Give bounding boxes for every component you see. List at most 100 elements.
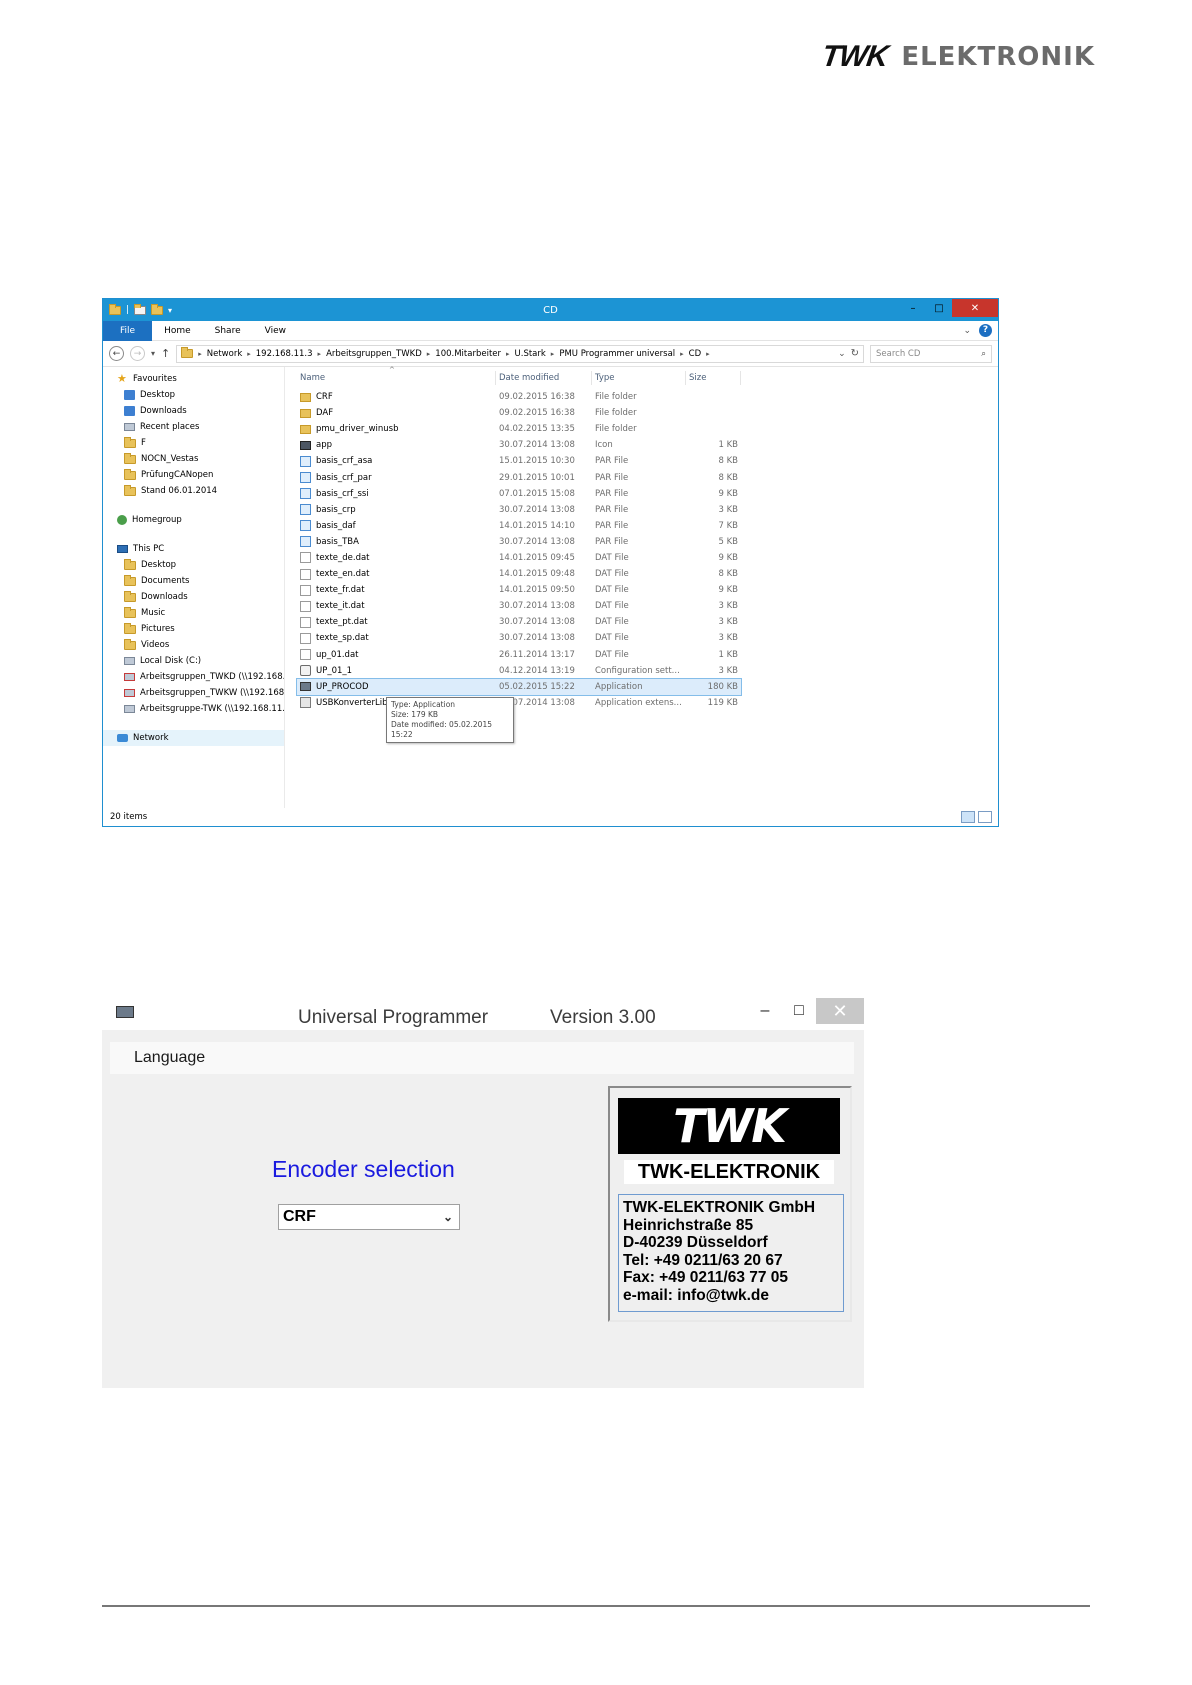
tab-home[interactable]: Home [152, 321, 203, 341]
nav-item-videos[interactable]: Videos [103, 637, 284, 653]
navigation-pane: ★ Favourites Desktop Downloads Recent pla… [103, 367, 285, 808]
table-row[interactable]: basis_TBA 30.07.2014 13:08 PAR File 5 KB [297, 534, 998, 550]
nav-item-documents[interactable]: Documents [103, 573, 284, 589]
file-date: 30.07.2014 13:08 [499, 601, 575, 612]
table-row[interactable]: texte_fr.dat 14.01.2015 09:50 DAT File 9 KB [297, 582, 998, 598]
file-name-cell: basis_crf_par [297, 472, 496, 484]
breadcrumb-item[interactable]: PMU Programmer universal [559, 349, 675, 359]
tab-view[interactable]: View [253, 321, 298, 341]
back-button[interactable]: ← [109, 346, 124, 361]
table-row[interactable]: texte_de.dat 14.01.2015 09:45 DAT File 9 KB [297, 550, 998, 566]
maximize-button[interactable]: □ [782, 998, 816, 1024]
file-name-cell: texte_fr.dat [297, 584, 496, 596]
file-name-cell: texte_de.dat [297, 552, 496, 564]
nav-item-netdrive-twk[interactable]: Arbeitsgruppe-TWK (\\192.168.11.3 [103, 701, 284, 717]
file-size: 8 KB [718, 472, 738, 483]
address-dropdown-icon[interactable]: ⌄ [838, 349, 846, 359]
table-row[interactable]: DAF 09.02.2015 16:38 File folder [297, 405, 998, 421]
nav-item-f[interactable]: F [103, 435, 284, 451]
address-bar[interactable]: ▸ Network ▸ 192.168.11.3 ▸ Arbeitsgruppe… [176, 344, 864, 363]
new-folder-icon[interactable] [151, 303, 164, 315]
nav-item-netdrive-twkd[interactable]: Arbeitsgruppen_TWKD (\\192.168.1 [103, 669, 284, 685]
minimize-button[interactable]: – [900, 299, 926, 317]
column-date-modified[interactable]: Date modified [496, 371, 592, 385]
search-input[interactable]: Search CD ⌕ [870, 344, 992, 363]
table-row[interactable]: app 30.07.2014 13:08 Icon 1 KB [297, 437, 998, 453]
table-row[interactable]: texte_it.dat 30.07.2014 13:08 DAT File 3 KB [297, 598, 998, 614]
nav-this-pc[interactable]: This PC [103, 541, 284, 557]
file-size: 180 KB [707, 681, 738, 692]
ribbon-right-controls: ⌄ ? [963, 324, 992, 337]
nav-item-desktop[interactable]: Desktop [103, 387, 284, 403]
encoder-select[interactable]: CRF ⌄ [278, 1204, 460, 1230]
tab-file[interactable]: File [103, 320, 153, 341]
nav-item-music[interactable]: Music [103, 605, 284, 621]
large-icons-view-icon[interactable] [978, 811, 992, 823]
column-name[interactable]: Name [297, 371, 496, 385]
breadcrumb-item[interactable]: U.Stark [515, 349, 546, 359]
file-name-cell: UP_01_1 [297, 665, 496, 677]
table-row[interactable]: UP_PROCOD 05.02.2015 15:22 Application 180 … [296, 677, 742, 696]
nav-item-downloads[interactable]: Downloads [103, 403, 284, 419]
nav-item-pruefung[interactable]: PrüfungCANopen [103, 467, 284, 483]
nav-item-netdrive-twkw[interactable]: Arbeitsgruppen_TWKW (\\192.168.1 [103, 685, 284, 701]
nav-label: Favourites [133, 374, 177, 384]
table-row[interactable]: basis_daf 14.01.2015 14:10 PAR File 7 KB [297, 518, 998, 534]
nav-item-desktop[interactable]: Desktop [103, 557, 284, 573]
nav-favourites[interactable]: ★ Favourites [103, 371, 284, 387]
recent-locations-icon[interactable]: ▾ [151, 349, 155, 358]
nav-label: Arbeitsgruppen_TWKW (\\192.168.1 [140, 688, 284, 698]
table-row[interactable]: basis_crf_par 29.01.2015 10:01 PAR File 8 K… [297, 469, 998, 485]
breadcrumb-item[interactable]: CD [689, 349, 701, 359]
details-view-icon[interactable] [961, 811, 975, 823]
breadcrumb-item[interactable]: 192.168.11.3 [256, 349, 313, 359]
menu-language[interactable]: Language [134, 1049, 205, 1067]
table-row[interactable]: texte_sp.dat 30.07.2014 13:08 DAT File 3 KB [297, 630, 998, 646]
file-type: DAT File [595, 633, 629, 644]
file-date: 15.01.2015 10:30 [499, 456, 575, 467]
nav-item-stand[interactable]: Stand 06.01.2014 [103, 483, 284, 499]
document-icon [300, 632, 311, 644]
breadcrumb-item[interactable]: Arbeitsgruppen_TWKD [326, 349, 422, 359]
table-row[interactable]: texte_en.dat 14.01.2015 09:48 DAT File 8 KB [297, 566, 998, 582]
nav-item-pictures[interactable]: Pictures [103, 621, 284, 637]
file-name-cell: basis_crf_asa [297, 455, 496, 467]
nav-label: Network [133, 733, 169, 743]
maximize-button[interactable]: □ [926, 299, 952, 317]
nav-homegroup[interactable]: Homegroup [103, 512, 284, 528]
expand-ribbon-icon[interactable]: ⌄ [963, 326, 971, 336]
breadcrumb-item[interactable]: 100.Mitarbeiter [435, 349, 501, 359]
nav-network[interactable]: Network [103, 730, 284, 746]
table-row[interactable]: pmu_driver_winusb 04.02.2015 13:35 File fo… [297, 421, 998, 437]
close-button[interactable]: ✕ [952, 299, 998, 317]
table-row[interactable]: CRF 09.02.2015 16:38 File folder [297, 389, 998, 405]
table-row[interactable]: texte_pt.dat 30.07.2014 13:08 DAT File 3 KB [297, 614, 998, 630]
table-row[interactable]: up_01.dat 26.11.2014 13:17 DAT File 1 KB [297, 647, 998, 663]
company-address: TWK-ELEKTRONIK GmbH Heinrichstraße 85 D-… [618, 1194, 844, 1312]
minimize-button[interactable]: – [748, 998, 782, 1024]
nav-item-local-disk[interactable]: Local Disk (C:) [103, 653, 284, 669]
breadcrumb-item[interactable]: Network [207, 349, 243, 359]
column-type[interactable]: Type [592, 371, 686, 385]
properties-icon[interactable] [134, 303, 147, 315]
nav-item-downloads[interactable]: Downloads [103, 589, 284, 605]
up-button[interactable]: ↑ [161, 347, 170, 360]
close-button[interactable]: ✕ [816, 998, 864, 1024]
table-row[interactable]: basis_crp 30.07.2014 13:08 PAR File 3 KB [297, 502, 998, 518]
column-size[interactable]: Size [686, 371, 741, 385]
folder-icon [300, 392, 311, 402]
nav-item-recent-places[interactable]: Recent places [103, 419, 284, 435]
help-icon[interactable]: ? [979, 324, 992, 337]
forward-button[interactable]: → [130, 346, 145, 361]
tab-share[interactable]: Share [203, 321, 253, 341]
table-row[interactable]: basis_crf_asa 15.01.2015 10:30 PAR File 8 K… [297, 453, 998, 469]
chevron-right-icon: ▸ [198, 349, 202, 358]
nav-item-nocn[interactable]: NOCN_Vestas [103, 451, 284, 467]
table-row[interactable]: basis_crf_ssi 07.01.2015 15:08 PAR File 9 K… [297, 486, 998, 502]
documents-icon [124, 574, 136, 586]
customize-dropdown-icon[interactable]: ▾ [168, 306, 172, 315]
table-row[interactable]: UP_01_1 04.12.2014 13:19 Configuration set… [297, 663, 998, 679]
file-name: basis_crf_ssi [316, 488, 369, 499]
refresh-icon[interactable]: ↻ [851, 348, 859, 359]
file-date: 05.02.2015 15:22 [499, 681, 575, 692]
